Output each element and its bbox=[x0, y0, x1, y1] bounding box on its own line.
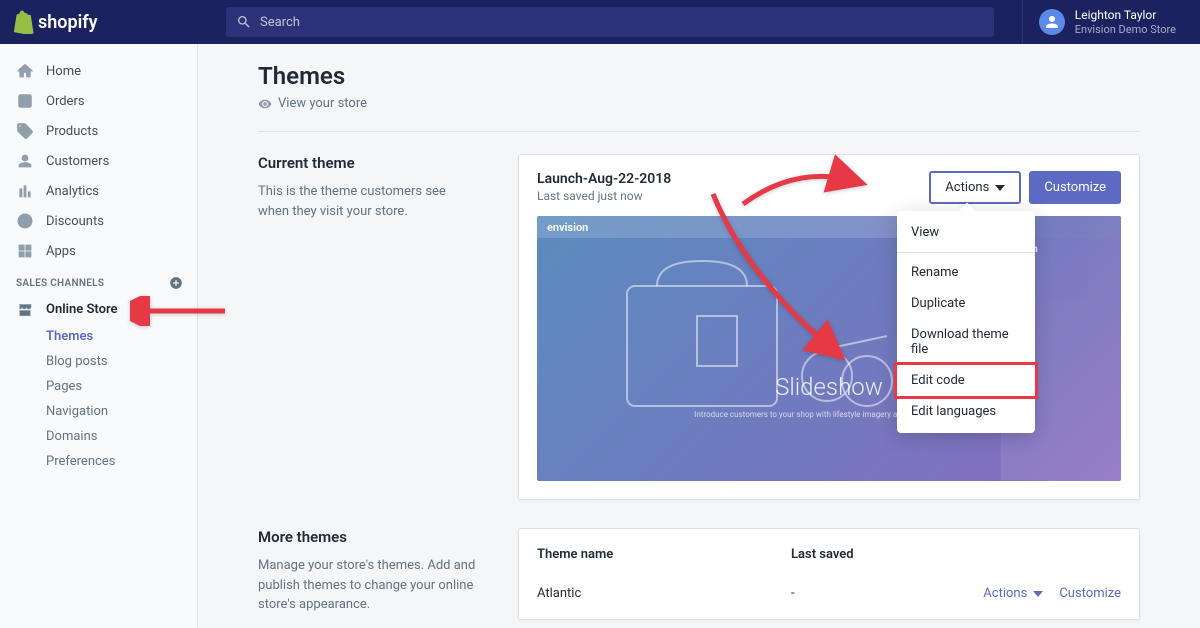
apps-icon bbox=[16, 242, 34, 260]
section-title: Current theme bbox=[258, 154, 478, 172]
section-info: More themes Manage your store's themes. … bbox=[258, 528, 478, 620]
customize-button-label: Customize bbox=[1044, 180, 1106, 195]
brand-text: shopify bbox=[38, 12, 98, 33]
sidebar-sub-blog[interactable]: Blog posts bbox=[46, 349, 197, 374]
analytics-icon bbox=[16, 182, 34, 200]
page-title: Themes bbox=[258, 62, 1140, 90]
theme-saved: Last saved just now bbox=[537, 189, 671, 203]
search-icon bbox=[236, 14, 252, 30]
slideshow-title: Slideshow bbox=[775, 373, 883, 401]
actions-dropdown: View Rename Duplicate Download theme fil… bbox=[897, 211, 1035, 433]
dropdown-view[interactable]: View bbox=[897, 217, 1035, 248]
dropdown-rename[interactable]: Rename bbox=[897, 257, 1035, 288]
theme-title-block: Launch-Aug-22-2018 Last saved just now bbox=[537, 171, 671, 203]
customize-button[interactable]: Customize bbox=[1029, 171, 1121, 204]
actions-button-label: Actions bbox=[945, 180, 989, 195]
main-content: Themes View your store Current theme Thi… bbox=[198, 44, 1200, 628]
row-theme-name: Atlantic bbox=[537, 586, 791, 601]
sidebar-item-discounts[interactable]: Discounts bbox=[0, 206, 197, 236]
more-themes-card: Theme name Last saved Atlantic - Actions… bbox=[518, 528, 1140, 620]
sidebar-item-products[interactable]: Products bbox=[0, 116, 197, 146]
sidebar-item-label: Home bbox=[46, 64, 81, 79]
search-wrap bbox=[198, 7, 1022, 37]
sidebar-item-label: Analytics bbox=[46, 184, 99, 199]
discount-icon bbox=[16, 212, 34, 230]
sidebar-sub-pages[interactable]: Pages bbox=[46, 374, 197, 399]
col-name: Theme name bbox=[537, 547, 791, 562]
sidebar-sub-domains[interactable]: Domains bbox=[46, 424, 197, 449]
row-actions: Actions Customize bbox=[961, 586, 1121, 601]
caret-down-icon bbox=[1033, 589, 1043, 599]
customer-icon bbox=[16, 152, 34, 170]
sidebar-sub-items: Themes Blog posts Pages Navigation Domai… bbox=[0, 324, 197, 474]
dropdown-duplicate[interactable]: Duplicate bbox=[897, 288, 1035, 319]
sidebar-item-apps[interactable]: Apps bbox=[0, 236, 197, 266]
annotation-arrow-1 bbox=[130, 296, 230, 330]
section-title: More themes bbox=[258, 528, 478, 546]
channels-header-text: SALES CHANNELS bbox=[16, 278, 104, 289]
row-saved: - bbox=[791, 586, 961, 601]
logo-area[interactable]: shopify bbox=[8, 10, 198, 34]
col-actions bbox=[961, 547, 1121, 562]
sidebar-item-label: Orders bbox=[46, 94, 85, 109]
section-desc: Manage your store's themes. Add and publ… bbox=[258, 556, 478, 615]
dropdown-edit-languages[interactable]: Edit languages bbox=[897, 396, 1035, 427]
section-desc: This is the theme customers see when the… bbox=[258, 182, 478, 221]
current-theme-section: Current theme This is the theme customer… bbox=[258, 154, 1140, 500]
person-icon bbox=[1043, 13, 1061, 31]
search-input[interactable] bbox=[260, 15, 984, 30]
caret-down-icon bbox=[995, 183, 1005, 193]
dropdown-divider bbox=[897, 252, 1035, 253]
sidebar-item-customers[interactable]: Customers bbox=[0, 146, 197, 176]
sidebar-item-home[interactable]: Home bbox=[0, 56, 197, 86]
sidebar-item-analytics[interactable]: Analytics bbox=[0, 176, 197, 206]
tag-icon bbox=[16, 122, 34, 140]
user-text: Leighton Taylor Envision Demo Store bbox=[1075, 8, 1176, 36]
table-row: Atlantic - Actions Customize bbox=[537, 574, 1121, 601]
preview-logo: envision bbox=[547, 221, 588, 234]
sidebar: Home Orders Products Customers Analytics… bbox=[0, 44, 198, 628]
view-store-link[interactable]: View your store bbox=[258, 96, 1140, 111]
annotation-arrow-3 bbox=[708, 189, 848, 373]
add-channel-icon[interactable] bbox=[169, 276, 183, 290]
search-box[interactable] bbox=[226, 7, 994, 37]
sidebar-item-label: Products bbox=[46, 124, 98, 139]
home-icon bbox=[16, 62, 34, 80]
shopify-bag-icon bbox=[12, 10, 34, 34]
dropdown-download[interactable]: Download theme file bbox=[897, 319, 1035, 365]
eye-icon bbox=[258, 97, 272, 111]
sidebar-item-label: Customers bbox=[46, 154, 109, 169]
channels-header: SALES CHANNELS bbox=[0, 266, 197, 294]
row-actions-link[interactable]: Actions bbox=[983, 586, 1027, 601]
shopify-logo: shopify bbox=[12, 10, 98, 34]
row-customize-link[interactable]: Customize bbox=[1059, 586, 1121, 601]
actions-button[interactable]: Actions bbox=[929, 171, 1021, 204]
orders-icon bbox=[16, 92, 34, 110]
section-info: Current theme This is the theme customer… bbox=[258, 154, 478, 500]
theme-buttons: Actions Customize View Rename Duplicate bbox=[929, 171, 1121, 204]
user-menu[interactable]: Leighton Taylor Envision Demo Store bbox=[1022, 0, 1192, 44]
user-name: Leighton Taylor bbox=[1075, 8, 1176, 22]
store-icon bbox=[16, 300, 34, 318]
user-store: Envision Demo Store bbox=[1075, 23, 1176, 36]
topbar: shopify Leighton Taylor Envision Demo St… bbox=[0, 0, 1200, 44]
dropdown-edit-code[interactable]: Edit code bbox=[894, 362, 1038, 399]
sidebar-sub-preferences[interactable]: Preferences bbox=[46, 449, 197, 474]
layout: Home Orders Products Customers Analytics… bbox=[0, 44, 1200, 628]
divider bbox=[258, 131, 1140, 132]
avatar bbox=[1039, 9, 1065, 35]
sidebar-item-label: Online Store bbox=[46, 302, 118, 317]
col-saved: Last saved bbox=[791, 547, 961, 562]
table-head: Theme name Last saved bbox=[537, 547, 1121, 574]
theme-name: Launch-Aug-22-2018 bbox=[537, 171, 671, 187]
sidebar-sub-navigation[interactable]: Navigation bbox=[46, 399, 197, 424]
view-store-label: View your store bbox=[278, 96, 367, 111]
sidebar-item-orders[interactable]: Orders bbox=[0, 86, 197, 116]
more-themes-section: More themes Manage your store's themes. … bbox=[258, 528, 1140, 620]
sidebar-item-label: Discounts bbox=[46, 214, 104, 229]
sidebar-item-label: Apps bbox=[46, 244, 76, 259]
